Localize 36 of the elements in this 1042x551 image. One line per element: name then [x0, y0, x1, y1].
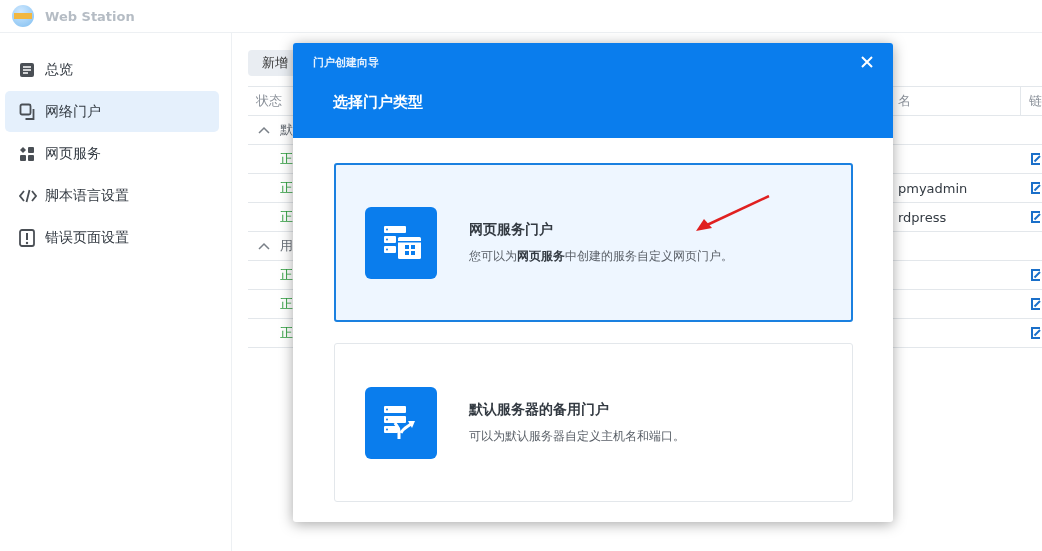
- open-link-icon[interactable]: [1031, 298, 1041, 310]
- open-link-icon[interactable]: [1031, 269, 1041, 281]
- open-link-icon[interactable]: [1031, 211, 1041, 223]
- collapse-chevron-icon[interactable]: [258, 126, 270, 134]
- status-text: 正: [280, 295, 294, 313]
- option-title: 网页服务门户: [469, 220, 554, 239]
- open-link-icon[interactable]: [1031, 182, 1041, 194]
- option-title: 默认服务器的备用门户: [469, 400, 610, 419]
- option-card[interactable]: 网页服务门户 您可以为网页服务中创建的服务自定义网页门户。: [334, 163, 853, 322]
- status-text: 正: [280, 179, 294, 197]
- app-logo-icon: [12, 5, 34, 27]
- group-label: 用: [280, 237, 293, 255]
- sidebar-item[interactable]: 错误页面设置: [5, 217, 219, 258]
- sidebar-item[interactable]: 脚本语言设置: [5, 175, 219, 216]
- open-link-icon[interactable]: [1031, 327, 1041, 339]
- sidebar-item[interactable]: 总览: [5, 49, 219, 90]
- status-text: 正: [280, 266, 294, 284]
- table-cell-text: pmyadmin: [898, 180, 969, 196]
- sidebar-item[interactable]: 网页服务: [5, 133, 219, 174]
- dialog-title: 门户创建向导: [313, 54, 379, 70]
- collapse-chevron-icon[interactable]: [258, 242, 270, 250]
- app-title: Web Station: [45, 8, 135, 24]
- server-icon: [365, 386, 437, 459]
- option-description: 您可以为网页服务中创建的服务自定义网页门户。: [469, 247, 733, 265]
- dialog-heading: 选择门户类型: [333, 93, 424, 112]
- close-icon[interactable]: [861, 56, 873, 68]
- server-icon: [365, 206, 437, 279]
- option-card[interactable]: 默认服务器的备用门户 可以为默认服务器自定义主机名和端口。: [334, 343, 853, 502]
- open-link-icon[interactable]: [1031, 153, 1041, 165]
- option-description: 可以为默认服务器自定义主机名和端口。: [469, 427, 685, 445]
- status-text: 正: [280, 208, 294, 226]
- status-text: 正: [280, 324, 294, 342]
- table-cell-text: rdpress: [898, 209, 948, 225]
- status-text: 正: [280, 150, 294, 168]
- sidebar-item[interactable]: 网络门户: [5, 91, 219, 132]
- group-label: 默: [280, 121, 293, 139]
